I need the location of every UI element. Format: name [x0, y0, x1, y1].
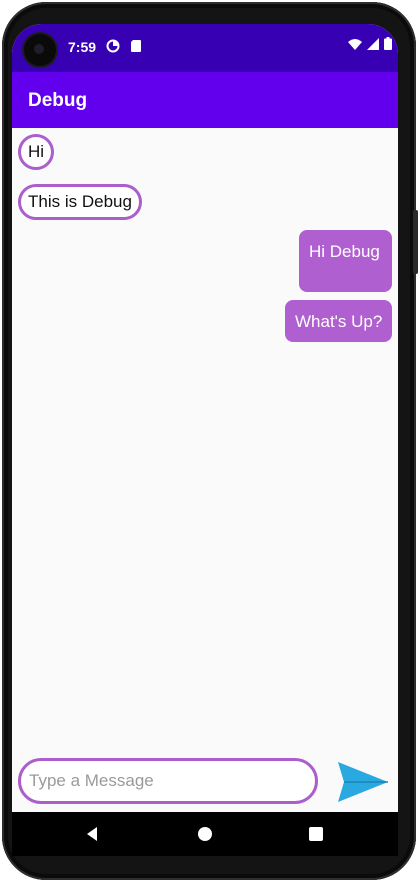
recents-icon: [309, 827, 323, 841]
front-camera: [24, 34, 56, 66]
power-button: [413, 210, 418, 274]
received-message-bubble: Hi: [18, 134, 55, 170]
received-message-bubble: This is Debug: [18, 184, 142, 220]
send-icon: [338, 762, 388, 802]
wifi-icon: [348, 37, 362, 55]
recents-button[interactable]: [302, 820, 330, 848]
back-icon: [87, 827, 97, 841]
message-input[interactable]: [18, 758, 318, 804]
status-bar: 7:59: [12, 24, 398, 72]
status-time: 7:59: [68, 39, 97, 55]
data-saver-icon: [106, 39, 120, 53]
send-button[interactable]: [334, 758, 390, 804]
sent-message-bubble: Hi Debug: [299, 230, 392, 292]
sent-message-bubble: What's Up?: [285, 300, 392, 342]
app-title: Debug: [28, 90, 88, 111]
status-icons-right: [348, 37, 392, 55]
back-button[interactable]: [78, 820, 106, 848]
sd-card-icon: [129, 39, 143, 53]
device: 7:59 Debug Hi This is Debug Hi Debug Wha…: [0, 0, 420, 884]
cellular-signal-icon: [367, 37, 379, 55]
battery-icon: [384, 37, 392, 55]
home-icon: [198, 827, 212, 841]
screen: 7:59 Debug Hi This is Debug Hi Debug Wha…: [12, 24, 398, 840]
app-bar: Debug: [12, 72, 398, 128]
chat-area[interactable]: Hi This is Debug Hi Debug What's Up?: [12, 128, 398, 750]
home-button[interactable]: [191, 820, 219, 848]
navigation-bar: [12, 812, 398, 856]
